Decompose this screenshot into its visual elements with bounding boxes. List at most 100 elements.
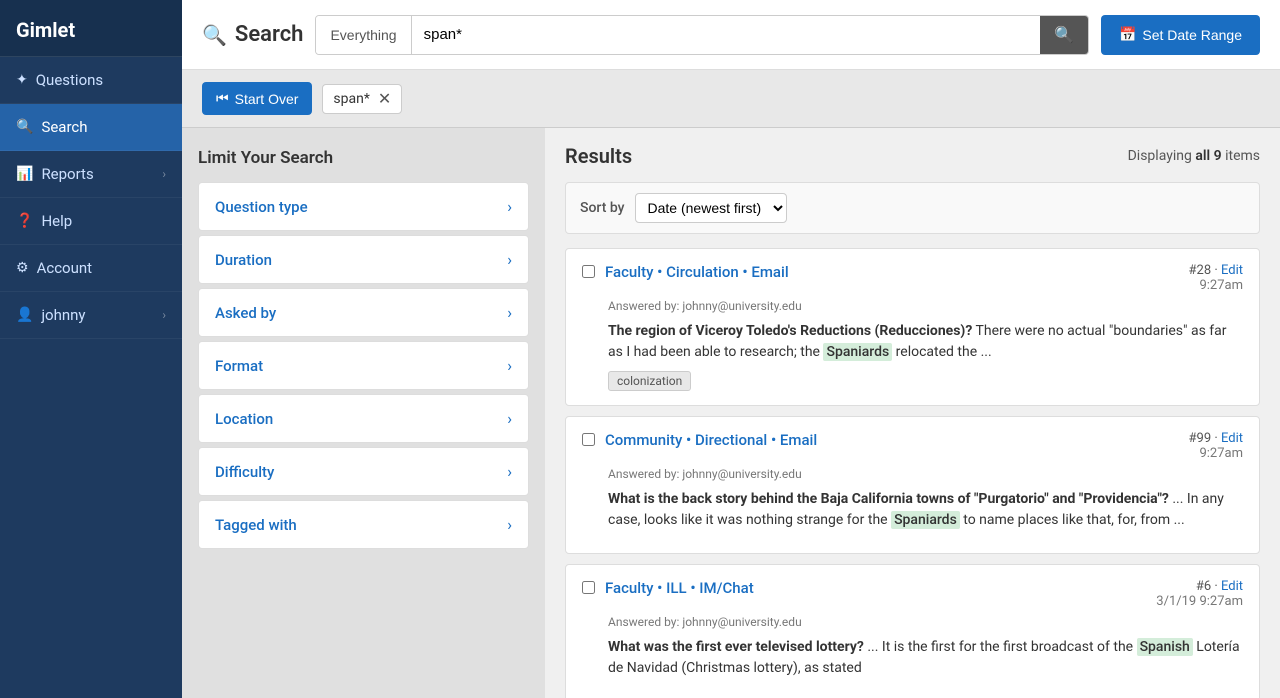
result-card-left-2: Community • Directional • Email <box>582 431 817 449</box>
limit-label-location: Location <box>215 410 273 428</box>
result-card-2: Community • Directional • Email #99 · Ed… <box>565 416 1260 554</box>
result-card-right-1: #28 · Edit 9:27am <box>1189 263 1243 293</box>
sidebar-item-label-help: Help <box>41 212 72 230</box>
result-snippet-1: The region of Viceroy Toledo's Reduction… <box>608 321 1243 363</box>
result-edit-link-3[interactable]: Edit <box>1221 579 1243 594</box>
result-card-header: Faculty • Circulation • Email #28 · Edit… <box>582 263 1243 293</box>
result-snippet-3: What was the first ever televised lotter… <box>608 637 1243 679</box>
result-title-link-1[interactable]: Faculty • Circulation • Email <box>605 263 789 281</box>
search-submit-button[interactable]: 🔍 <box>1040 16 1088 54</box>
result-card-header-3: Faculty • ILL • IM/Chat #6 · Edit 3/1/19… <box>582 579 1243 609</box>
limit-item-asked-by[interactable]: Asked by › <box>198 288 529 337</box>
search-submit-icon: 🔍 <box>1054 27 1074 44</box>
result-answered-1: Answered by: johnny@university.edu <box>608 299 1243 313</box>
content-area: Limit Your Search Question type › Durati… <box>182 128 1280 698</box>
result-card-header-2: Community • Directional • Email #99 · Ed… <box>582 431 1243 461</box>
limit-panel-title: Limit Your Search <box>198 148 529 168</box>
result-edit-link-1[interactable]: Edit <box>1221 263 1243 278</box>
sidebar-item-help[interactable]: ❓ Help <box>0 198 182 245</box>
limit-item-tagged-with[interactable]: Tagged with › <box>198 500 529 549</box>
limit-chevron-asked-by: › <box>507 303 512 322</box>
search-scope-button[interactable]: Everything <box>316 16 411 54</box>
sidebar-item-user[interactable]: 👤 johnny › <box>0 292 182 339</box>
limit-label-tagged-with: Tagged with <box>215 516 297 534</box>
user-icon: 👤 <box>16 307 33 323</box>
app-logo: Gimlet <box>0 0 182 57</box>
result-card: Faculty • Circulation • Email #28 · Edit… <box>565 248 1260 406</box>
sidebar-item-label-account: Account <box>37 259 93 277</box>
result-edit-link-2[interactable]: Edit <box>1221 431 1243 446</box>
search-input[interactable] <box>412 16 1040 54</box>
sort-select[interactable]: Date (newest first) Date (oldest first) … <box>635 193 787 223</box>
sidebar-item-label-questions: Questions <box>36 71 103 89</box>
result-time-3: 3/1/19 9:27am <box>1156 594 1243 609</box>
limit-item-format[interactable]: Format › <box>198 341 529 390</box>
limit-chevron-tagged-with: › <box>507 515 512 534</box>
limit-chevron-format: › <box>507 356 512 375</box>
sort-row: Sort by Date (newest first) Date (oldest… <box>565 182 1260 234</box>
limit-panel: Limit Your Search Question type › Durati… <box>182 128 545 698</box>
limit-item-question-type[interactable]: Question type › <box>198 182 529 231</box>
result-title-link-3[interactable]: Faculty • ILL • IM/Chat <box>605 579 754 597</box>
limit-label-question-type: Question type <box>215 198 308 216</box>
limit-label-format: Format <box>215 357 263 375</box>
limit-chevron-location: › <box>507 409 512 428</box>
results-panel: Results Displaying all 9 items Sort by D… <box>545 128 1280 698</box>
search-bar: Everything 🔍 <box>315 15 1088 55</box>
result-checkbox-3[interactable] <box>582 581 595 594</box>
sidebar-item-label-user: johnny <box>41 306 85 324</box>
limit-label-difficulty: Difficulty <box>215 463 274 481</box>
sidebar-item-questions[interactable]: ✦ Questions <box>0 57 182 104</box>
result-checkbox-2[interactable] <box>582 433 595 446</box>
sidebar-item-account[interactable]: ⚙ Account <box>0 245 182 292</box>
limit-label-asked-by: Asked by <box>215 304 276 322</box>
limit-chevron-difficulty: › <box>507 462 512 481</box>
results-header: Results Displaying all 9 items <box>565 144 1260 168</box>
limit-item-difficulty[interactable]: Difficulty › <box>198 447 529 496</box>
result-card-right-2: #99 · Edit 9:27am <box>1189 431 1243 461</box>
user-chevron-icon: › <box>162 308 166 322</box>
highlight-3: Spanish <box>1137 638 1193 656</box>
limit-chevron-question-type: › <box>507 197 512 216</box>
search-nav-icon: 🔍 <box>16 119 33 135</box>
result-card-3: Faculty • ILL • IM/Chat #6 · Edit 3/1/19… <box>565 564 1260 698</box>
filter-tag-text: span* <box>333 91 369 107</box>
sidebar-item-label-search: Search <box>41 118 87 136</box>
result-card-left-3: Faculty • ILL • IM/Chat <box>582 579 754 597</box>
limit-label-duration: Duration <box>215 251 272 269</box>
result-title-link-2[interactable]: Community • Directional • Email <box>605 431 817 449</box>
start-over-button[interactable]: ⏮ Start Over <box>202 82 312 115</box>
result-card-right-3: #6 · Edit 3/1/19 9:27am <box>1156 579 1243 609</box>
calendar-icon: 📅 <box>1119 26 1136 43</box>
subheader: ⏮ Start Over span* ✕ <box>182 70 1280 128</box>
result-checkbox-1[interactable] <box>582 265 595 278</box>
start-over-icon: ⏮ <box>216 90 229 107</box>
reports-chevron-icon: › <box>162 167 166 181</box>
highlight-2: Spaniards <box>891 511 960 529</box>
result-time-1: 9:27am <box>1189 278 1243 293</box>
sidebar: Gimlet ✦ Questions 🔍 Search 📊 Reports › … <box>0 0 182 698</box>
limit-item-location[interactable]: Location › <box>198 394 529 443</box>
result-answered-2: Answered by: johnny@university.edu <box>608 467 1243 481</box>
sort-label: Sort by <box>580 200 625 216</box>
filter-tag-close-button[interactable]: ✕ <box>378 91 391 107</box>
page-title: 🔍 Search <box>202 22 303 47</box>
result-number-2: #99 · <box>1189 431 1221 446</box>
result-snippet-2: What is the back story behind the Baja C… <box>608 489 1243 531</box>
result-card-left: Faculty • Circulation • Email <box>582 263 789 281</box>
results-count: Displaying all 9 items <box>1128 148 1260 164</box>
result-tag-1[interactable]: colonization <box>608 371 691 391</box>
date-range-button[interactable]: 📅 Set Date Range <box>1101 15 1260 55</box>
sidebar-item-reports[interactable]: 📊 Reports › <box>0 151 182 198</box>
account-icon: ⚙ <box>16 260 29 276</box>
search-title-icon: 🔍 <box>202 23 227 47</box>
filter-tag: span* ✕ <box>322 84 402 114</box>
reports-icon: 📊 <box>16 166 33 182</box>
limit-item-duration[interactable]: Duration › <box>198 235 529 284</box>
limit-chevron-duration: › <box>507 250 512 269</box>
sidebar-item-search[interactable]: 🔍 Search <box>0 104 182 151</box>
header: 🔍 Search Everything 🔍 📅 Set Date Range <box>182 0 1280 70</box>
highlight-1: Spaniards <box>823 343 892 361</box>
result-time-2: 9:27am <box>1189 446 1243 461</box>
main-content: 🔍 Search Everything 🔍 📅 Set Date Range ⏮… <box>182 0 1280 698</box>
